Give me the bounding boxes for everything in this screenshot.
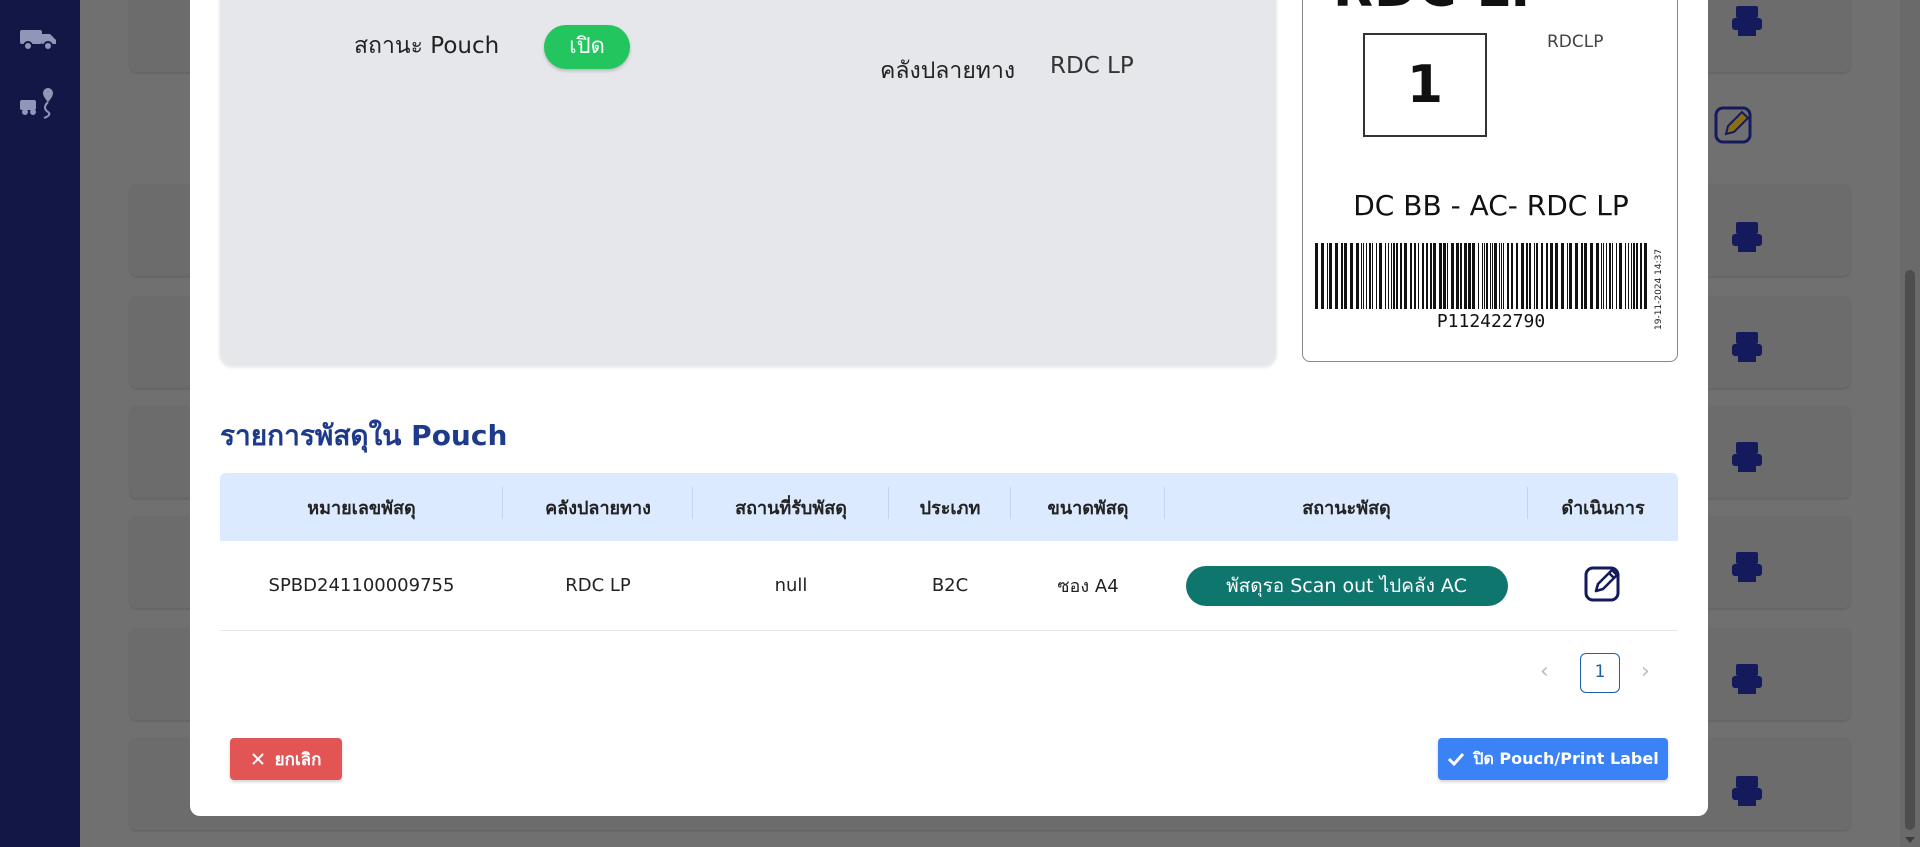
close-icon [251, 753, 264, 765]
cell-pickup: null [774, 575, 808, 596]
barcode-number: P112422790 [1436, 311, 1546, 332]
barcode-image [1315, 243, 1647, 309]
side-nav [0, 0, 80, 847]
cell-destination: RDC LP [565, 575, 631, 596]
section-title: รายการพัสดุใน Pouch [220, 419, 508, 452]
scroll-down-arrow-icon[interactable] [1905, 837, 1915, 843]
cell-status: พัสดุรอ Scan out ไปคลัง AC [1165, 565, 1528, 606]
label-logo-image: RDCLP [1547, 32, 1604, 52]
cancel-button-label: ยกเลิก [274, 749, 322, 770]
label-number: 1 [1363, 33, 1487, 137]
header-actions: ดำเนินการ [1561, 497, 1645, 519]
scrollbar-thumb[interactable] [1905, 270, 1915, 830]
pagination: ‹ 1 › [1540, 653, 1680, 693]
close-pouch-print-button[interactable]: ปิด Pouch/Print Label [1438, 738, 1668, 780]
page-1-button[interactable]: 1 [1580, 653, 1620, 693]
label-destination: RDC LP [1333, 0, 1550, 19]
close-pouch-print-label: ปิด Pouch/Print Label [1473, 748, 1659, 768]
background-row-icons [1714, 6, 1762, 806]
destination-value: RDC LP [1050, 53, 1134, 79]
header-status: สถานะพัสดุ [1165, 486, 1528, 522]
destination-label: คลังปลายทาง [880, 58, 1016, 84]
next-page-button[interactable]: › [1641, 659, 1650, 684]
cell-actions [1528, 563, 1678, 608]
label-preview: RDC LP 1 RDCLP DC BB - AC- RDC LP P11242… [1302, 0, 1678, 362]
header-type: ประเภท [889, 486, 1011, 522]
cell-type: B2C [931, 575, 969, 596]
edit-icon[interactable] [1583, 563, 1623, 603]
header-size: ขนาดพัสดุ [1011, 486, 1165, 522]
parcel-status-badge: พัสดุรอ Scan out ไปคลัง AC [1185, 565, 1508, 606]
prev-page-button[interactable]: ‹ [1540, 659, 1549, 684]
label-route: DC BB - AC- RDC LP [1353, 189, 1629, 222]
route-delivery-icon[interactable] [18, 84, 58, 120]
cell-size: ซอง A4 [1057, 576, 1119, 597]
pouch-modal: สถานะ Pouch เปิด คลังปลายทาง RDC LP RDC … [190, 0, 1708, 816]
cancel-button[interactable]: ยกเลิก [230, 738, 342, 780]
page-scrollbar[interactable] [1900, 0, 1920, 847]
header-destination: คลังปลายทาง [503, 486, 693, 522]
check-icon [1448, 752, 1465, 766]
pouch-status-label: สถานะ Pouch [354, 33, 500, 59]
cell-tracking: SPBD241100009755 [268, 575, 455, 596]
header-pickup: สถานที่รับพัสดุ [693, 486, 889, 522]
header-tracking: หมายเลขพัสดุ [220, 486, 503, 522]
table-row: SPBD241100009755 RDC LP null B2C ซอง A4 … [220, 541, 1678, 631]
pouch-info-panel: สถานะ Pouch เปิด คลังปลายทาง RDC LP [220, 0, 1276, 365]
label-date: 19-11-2024 14:37 [1654, 248, 1664, 330]
parcel-table: หมายเลขพัสดุ คลังปลายทาง สถานที่รับพัสดุ… [220, 473, 1678, 631]
table-header: หมายเลขพัสดุ คลังปลายทาง สถานที่รับพัสดุ… [220, 473, 1678, 541]
pouch-status-badge: เปิด [544, 25, 630, 69]
truck-icon[interactable] [18, 20, 58, 56]
